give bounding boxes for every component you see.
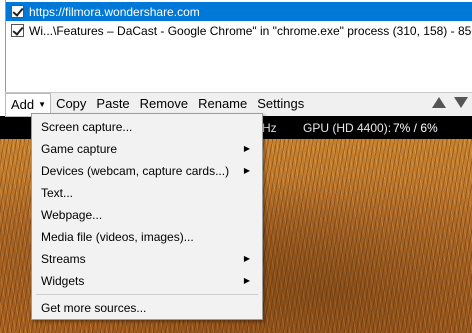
source-label: https://filmora.wondershare.com (29, 4, 200, 19)
menu-separator (36, 294, 258, 295)
menu-item-streams[interactable]: Streams ▶ (32, 248, 262, 270)
checkbox-checked-icon[interactable] (11, 5, 24, 18)
menu-item-screen-capture[interactable]: Screen capture... (32, 116, 262, 138)
menu-item-label: Text... (41, 186, 74, 200)
menu-item-label: Streams (41, 252, 86, 266)
source-label: Wi...\Features – DaCast - Google Chrome"… (29, 23, 472, 38)
add-source-menu: Screen capture... Game capture ▶ Devices… (31, 113, 263, 320)
menu-item-get-more-sources[interactable]: Get more sources... (32, 297, 262, 319)
submenu-arrow-icon: ▶ (243, 276, 250, 285)
menu-item-label: Game capture (41, 142, 118, 156)
submenu-arrow-icon: ▶ (243, 254, 250, 263)
checkbox-checked-icon[interactable] (11, 24, 24, 37)
submenu-arrow-icon: ▶ (243, 144, 250, 153)
menu-item-label: Webpage... (41, 208, 103, 222)
menu-item-media-file[interactable]: Media file (videos, images)... (32, 226, 262, 248)
submenu-arrow-icon: ▶ (243, 166, 250, 175)
move-controls (432, 97, 468, 108)
menu-item-game-capture[interactable]: Game capture ▶ (32, 138, 262, 160)
source-row[interactable]: Wi...\Features – DaCast - Google Chrome"… (6, 21, 472, 40)
menu-item-label: Devices (webcam, capture cards...) (41, 164, 230, 178)
menu-item-label: Get more sources... (41, 301, 147, 315)
menu-item-label: Widgets (41, 274, 85, 288)
menu-item-webpage[interactable]: Webpage... (32, 204, 262, 226)
gpu-usage: 7% / 6% (393, 121, 438, 135)
menu-item-label: Screen capture... (41, 120, 133, 134)
source-row[interactable]: https://filmora.wondershare.com (6, 2, 472, 21)
sources-list[interactable]: https://filmora.wondershare.com Wi...\Fe… (5, 0, 472, 92)
menu-item-devices[interactable]: Devices (webcam, capture cards...) ▶ (32, 160, 262, 182)
status-hz: Hz (262, 121, 277, 135)
triangle-up-icon[interactable] (432, 97, 446, 108)
menu-item-text[interactable]: Text... (32, 182, 262, 204)
menu-item-widgets[interactable]: Widgets ▶ (32, 270, 262, 292)
triangle-down-icon[interactable] (454, 97, 468, 108)
gpu-label: GPU (HD 4400): (303, 121, 392, 135)
menu-item-label: Media file (videos, images)... (41, 230, 194, 244)
